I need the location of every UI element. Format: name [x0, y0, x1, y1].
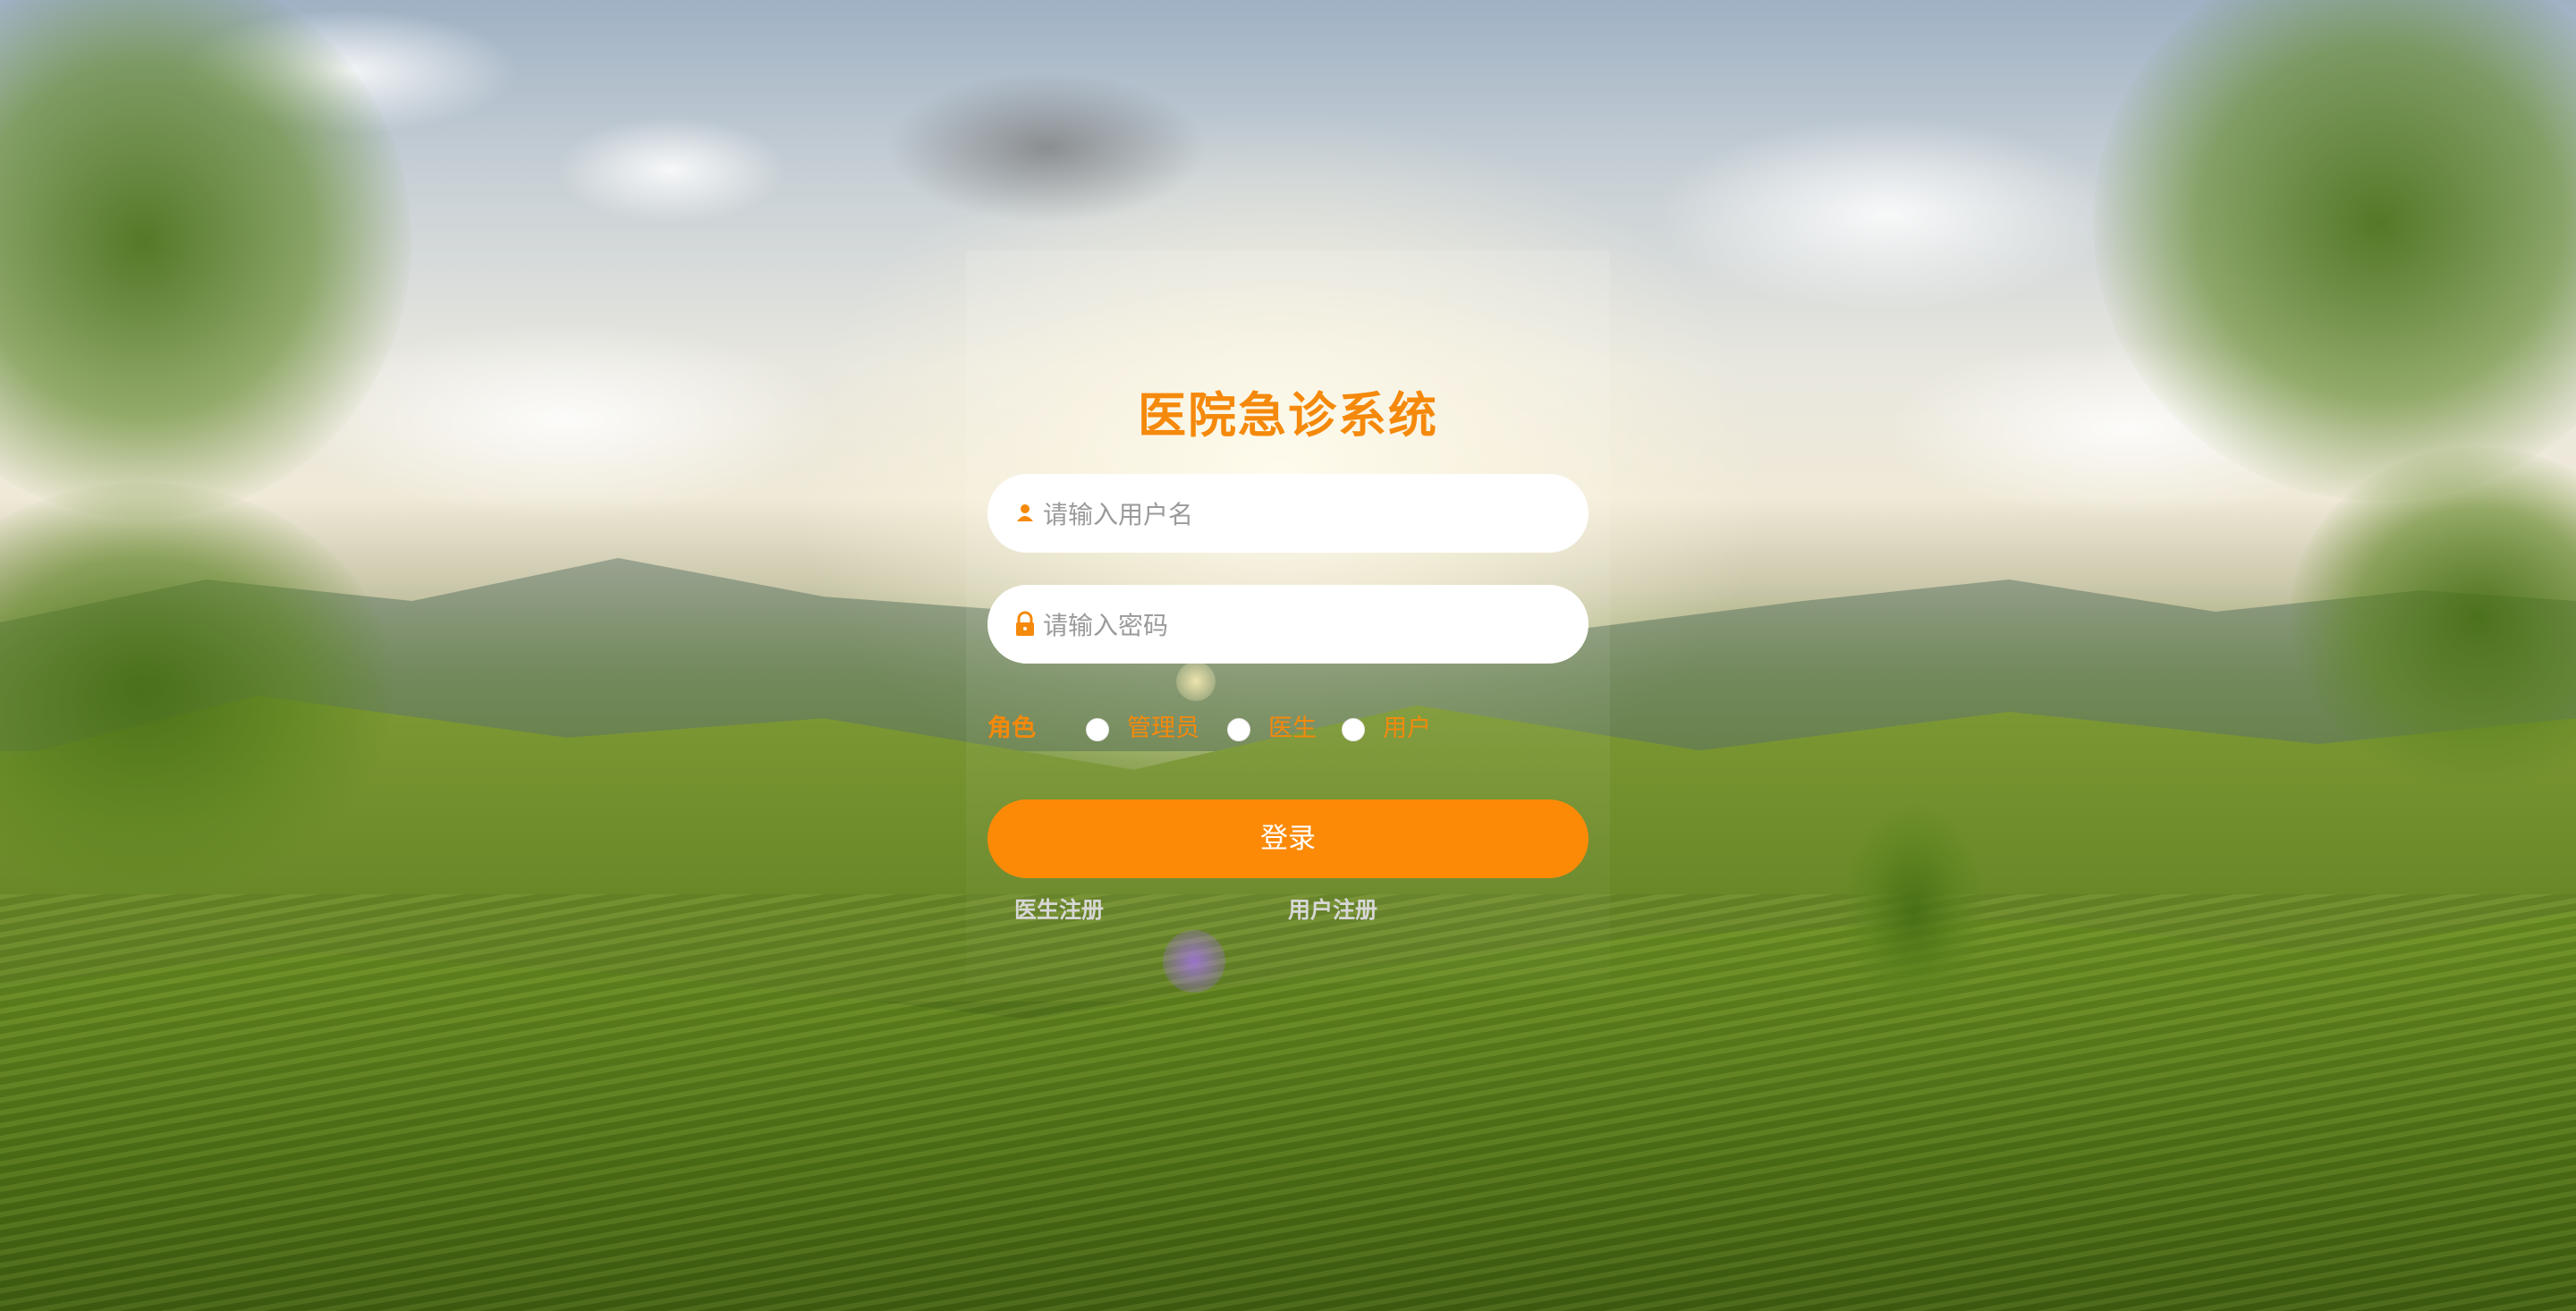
role-option-doctor[interactable]: 医生: [1268, 711, 1317, 747]
lock-icon: [1016, 611, 1034, 636]
dark-cloud: [886, 72, 1208, 224]
cloud: [555, 116, 787, 224]
role-selector: 角色 管理员 医生 用户: [987, 711, 1589, 747]
role-option-user[interactable]: 用户: [1383, 711, 1431, 747]
login-panel: 医院急诊系统 角色 管理员 医生 用户 登录 医生注册 用户注册: [966, 250, 1610, 984]
login-button[interactable]: 登录: [987, 799, 1589, 878]
user-register-link[interactable]: 用户注册: [1288, 892, 1377, 925]
user-icon: [1017, 504, 1033, 521]
role-option-admin[interactable]: 管理员: [1127, 711, 1199, 747]
username-input[interactable]: [1041, 474, 1572, 554]
cloud: [1655, 116, 2120, 313]
role-label: 角色: [987, 715, 1036, 742]
password-input[interactable]: [1041, 585, 1572, 665]
doctor-register-link[interactable]: 医生注册: [1014, 892, 1104, 925]
small-tree: [1843, 805, 1986, 1019]
role-radio-doctor[interactable]: [1227, 718, 1250, 741]
role-radio-user[interactable]: [1342, 718, 1365, 741]
username-field[interactable]: [987, 474, 1589, 554]
password-field[interactable]: [987, 585, 1589, 665]
role-radio-admin[interactable]: [1086, 718, 1109, 741]
page-title: 医院急诊系统: [1138, 387, 1438, 444]
